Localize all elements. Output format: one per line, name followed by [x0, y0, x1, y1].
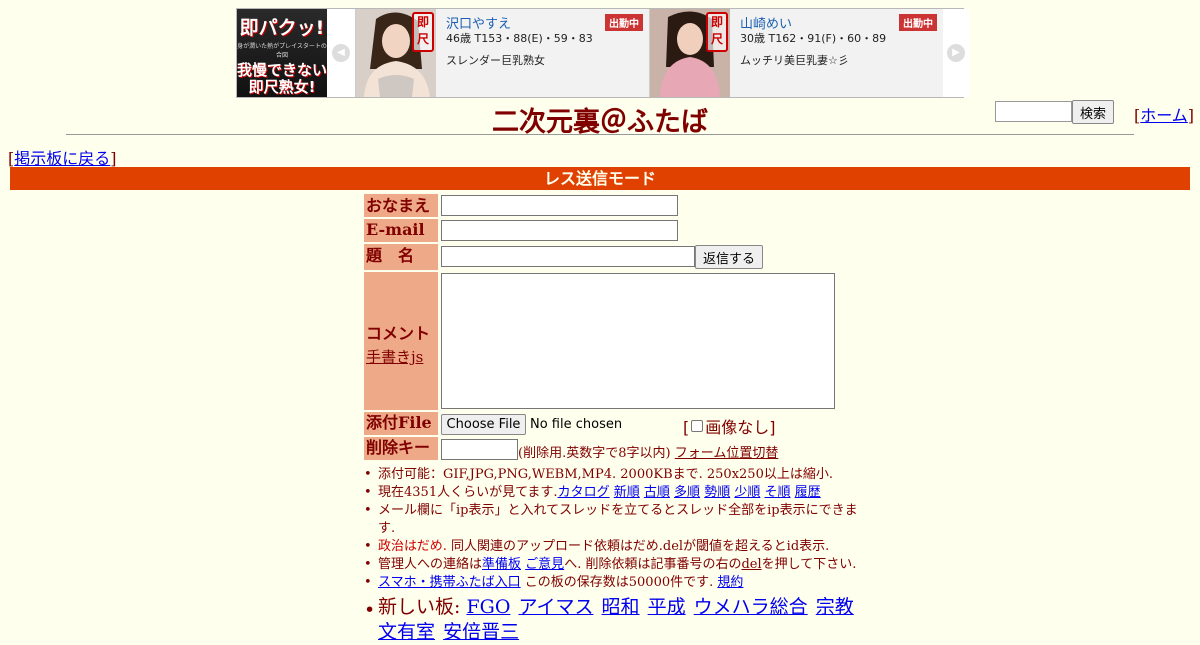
subject-input[interactable]: [441, 246, 695, 267]
board-link-bunyushitsu[interactable]: 文有室: [378, 621, 435, 643]
form-position-toggle[interactable]: フォーム位置切替: [675, 446, 779, 461]
ad-logo-line3: 我慢できない: [237, 61, 327, 79]
del-link[interactable]: del: [741, 557, 761, 572]
ad-card-2[interactable]: 即尺 山崎めい 出勤中 30歳 T162・91(F)・60・89 ムッチリ美巨乳…: [649, 9, 943, 97]
ad-next-button[interactable]: ▶: [943, 9, 969, 97]
board-link-abe[interactable]: 安倍晋三: [443, 621, 519, 643]
board-link-heisei[interactable]: 平成: [648, 596, 686, 618]
reply-button[interactable]: 返信する: [695, 245, 763, 269]
ad-card-spec: 46歳 T153・88(E)・59・83: [446, 32, 593, 45]
delete-key-input[interactable]: [441, 439, 518, 460]
notes-list: 添付可能：GIF,JPG,PNG,WEBM,MP4. 2000KBまで. 250…: [364, 466, 858, 645]
ad-photo-1: 即尺: [356, 9, 436, 97]
bracket: ]: [110, 149, 117, 168]
list-item: スマホ・携帯ふたば入口 この板の保存数は50000件です. 規約: [364, 574, 858, 592]
choose-file-button[interactable]: Choose File: [441, 414, 526, 435]
sort-most-link[interactable]: 多順: [674, 485, 700, 500]
sort-momentum-link[interactable]: 勢順: [704, 485, 730, 500]
no-image-option[interactable]: [画像なし]: [683, 414, 776, 438]
ad-logo-line4: 即尺熟女!: [248, 78, 316, 96]
ad-prev-button[interactable]: ◀: [328, 9, 354, 97]
mode-banner: レス送信モード: [10, 167, 1190, 190]
new-boards-item: 新しい板: FGO アイマス 昭和 平成 ウメハラ総合 宗教 文有室 安倍晋三: [364, 595, 858, 645]
board-link-imas[interactable]: アイマス: [518, 596, 593, 618]
board-link-umehara[interactable]: ウメハラ総合: [694, 596, 808, 618]
delete-request-end: を押して下さい.: [761, 557, 857, 572]
sort-fewest-link[interactable]: 少順: [734, 485, 760, 500]
chevron-right-icon: ▶: [947, 44, 965, 62]
header-divider: [66, 134, 1134, 135]
name-input[interactable]: [441, 195, 678, 216]
board-link-fgo[interactable]: FGO: [466, 596, 510, 618]
home-link[interactable]: ホーム: [1140, 106, 1188, 125]
rules-link[interactable]: 規約: [717, 575, 743, 590]
prep-board-link[interactable]: 準備板: [482, 557, 521, 572]
search-button[interactable]: 検索: [1072, 100, 1114, 124]
new-boards-label: 新しい板:: [378, 596, 461, 618]
comment-label: コメント: [366, 324, 431, 343]
list-item: メール欄に「ip表示」と入れてスレッドを立てるとスレッド全部をip表示にできます…: [364, 502, 858, 538]
list-item: 現在4351人くらいが見てます.カタログ 新順 古順 多順 勢順 少順 そ順 履…: [364, 484, 858, 502]
no-image-checkbox[interactable]: [691, 420, 704, 432]
ad-card-1[interactable]: 即尺 沢口やすえ 出勤中 46歳 T153・88(E)・59・83 スレンダー巨…: [355, 9, 649, 97]
ad-banner[interactable]: 即パクッ! 身が潤いた熱がプレイスタートの合図 我慢できない 即尺熟女! ◀ 即…: [236, 8, 969, 98]
home-nav: [ホーム]: [1134, 102, 1194, 126]
ad-logo[interactable]: 即パクッ! 身が潤いた熱がプレイスタートの合図 我慢できない 即尺熟女!: [237, 9, 327, 97]
ad-logo-line1: 即パクッ!: [239, 17, 325, 39]
board-link-showa[interactable]: 昭和: [602, 596, 640, 618]
upload-rule: 同人関連のアップロード依頼はだめ.delが閾値を超えるとid表示.: [451, 539, 830, 554]
email-input[interactable]: [441, 220, 678, 241]
catalog-link[interactable]: カタログ: [558, 485, 610, 500]
delkey-hint: (削除用.英数字で8字以内): [518, 446, 671, 461]
email-label: E-mail: [364, 219, 438, 242]
delkey-label: 削除キー: [364, 437, 438, 460]
politics-warning: 政治はだめ.: [378, 539, 447, 554]
bracket: ]: [1187, 106, 1195, 125]
feedback-link[interactable]: ご意見: [525, 557, 564, 572]
storage-count: この板の保存数は50000件です.: [524, 575, 714, 590]
no-image-label: 画像なし: [705, 418, 770, 437]
board-link-religion[interactable]: 宗教: [816, 596, 854, 618]
ad-logo-line2: 身が潤いた熱がプレイスタートの合図: [237, 43, 327, 59]
chevron-left-icon: ◀: [332, 44, 350, 62]
ad-card-status: 出勤中: [899, 14, 937, 31]
name-label: おなまえ: [364, 194, 438, 217]
sort-newest-link[interactable]: 新順: [614, 485, 640, 500]
ad-card-spec: 30歳 T162・91(F)・60・89: [740, 32, 887, 45]
sort-so-link[interactable]: そ順: [765, 485, 791, 500]
back-nav: [掲示板に戻る]: [8, 145, 117, 169]
subject-label: 題 名: [364, 244, 438, 270]
sort-oldest-link[interactable]: 古順: [644, 485, 670, 500]
contact-text: 管理人への連絡は: [378, 557, 483, 572]
no-file-text: No file chosen: [530, 417, 623, 432]
comment-label-cell: コメント 手書きjs: [364, 272, 438, 410]
comment-textarea[interactable]: [441, 273, 835, 409]
viewer-count: 現在4351人くらいが見てます.: [378, 485, 558, 500]
history-link[interactable]: 履歴: [795, 485, 821, 500]
delkey-note: (削除用.英数字で8字以内) フォーム位置切替: [518, 442, 778, 461]
ad-card-desc: スレンダー巨乳熟女: [446, 54, 545, 67]
list-item: 政治はだめ. 同人関連のアップロード依頼はだめ.delが閾値を超えるとid表示.: [364, 538, 858, 556]
mobile-entry-link[interactable]: スマホ・携帯ふたば入口: [378, 575, 521, 590]
ad-stamp-2: 即尺: [706, 12, 728, 52]
ad-stamp-1: 即尺: [412, 12, 434, 52]
search-input[interactable]: [995, 101, 1072, 122]
list-item: 管理人への連絡は準備板 ご意見へ. 削除依頼は記事番号の右のdelを押して下さい…: [364, 556, 858, 574]
ad-card-desc: ムッチリ美巨乳妻☆彡: [740, 54, 849, 67]
delete-request-text: へ. 削除依頼は記事番号の右の: [564, 557, 742, 572]
ad-card-status: 出勤中: [605, 14, 643, 31]
back-to-board-link[interactable]: 掲示板に戻る: [14, 149, 110, 168]
file-label: 添付File: [364, 412, 438, 435]
handwrite-link[interactable]: 手書きjs: [366, 346, 438, 367]
list-item: 添付可能：GIF,JPG,PNG,WEBM,MP4. 2000KBまで. 250…: [364, 466, 858, 484]
ad-photo-2: 即尺: [650, 9, 730, 97]
